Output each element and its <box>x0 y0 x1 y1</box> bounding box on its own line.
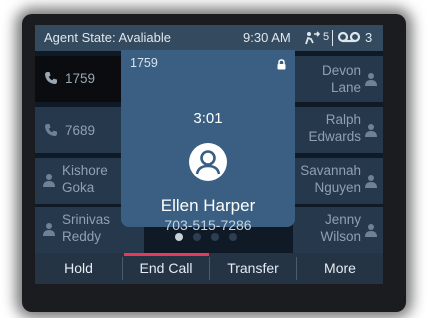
person-icon <box>365 123 377 142</box>
speed-dial-devon-lane[interactable]: Devon Lane <box>293 56 383 102</box>
speed-dial-ralph-edwards[interactable]: Ralph Edwards <box>293 107 383 153</box>
voicemail-count: 3 <box>365 30 373 45</box>
lock-icon <box>277 57 286 75</box>
forward-count: 5 <box>323 31 330 43</box>
line-key-label: 7689 <box>65 123 96 138</box>
page-dot[interactable] <box>193 233 201 241</box>
handset-icon <box>44 123 58 142</box>
more-button[interactable]: More <box>297 253 383 284</box>
contact-first-name: Devon <box>321 63 361 78</box>
contact-first-name: Jenny <box>324 212 361 227</box>
caller-avatar-icon <box>189 143 227 186</box>
page-dot[interactable] <box>229 233 237 241</box>
call-extension: 1759 <box>130 56 158 70</box>
person-icon <box>365 174 377 193</box>
contact-first-name: Ralph <box>325 112 361 127</box>
status-bar: Agent State: Avaliable 9:30 AM 5 3 <box>35 25 383 51</box>
status-divider <box>332 30 333 46</box>
phone-screen: Agent State: Avaliable 9:30 AM 5 3 1759 <box>35 25 383 284</box>
person-icon <box>365 72 377 91</box>
caller-name: Ellen Harper <box>160 196 256 215</box>
active-call-popup[interactable]: 1759 3:01 Ellen Harper 703-515-7286 <box>121 50 295 233</box>
page-dot[interactable] <box>211 233 219 241</box>
speed-dial-savannah-nguyen[interactable]: Savannah Nguyen <box>293 158 383 204</box>
contact-first-name: Srinivas <box>62 212 111 227</box>
contact-last-name: Goka <box>62 180 95 195</box>
contact-last-name: Edwards <box>308 129 361 144</box>
handset-icon <box>44 71 58 90</box>
transfer-button[interactable]: Transfer <box>210 253 296 284</box>
contact-first-name: Kishore <box>62 163 108 178</box>
call-timer: 3:01 <box>193 110 223 127</box>
page-dot-active[interactable] <box>175 233 183 241</box>
hold-button[interactable]: Hold <box>35 253 122 284</box>
contact-first-name: Savannah <box>300 163 361 178</box>
agent-state-label[interactable]: Agent State: Avaliable <box>44 30 171 45</box>
person-icon <box>43 173 55 192</box>
voicemail-icon[interactable] <box>337 31 361 46</box>
softkey-bar: Hold End Call Transfer More <box>35 253 383 284</box>
contact-last-name: Nguyen <box>314 180 361 195</box>
clock-time: 9:30 AM <box>243 30 291 45</box>
line-key-label: 1759 <box>65 71 96 86</box>
call-forward-icon <box>305 31 321 48</box>
end-call-button[interactable]: End Call <box>123 253 209 284</box>
contact-last-name: Lane <box>330 80 361 95</box>
page-indicator <box>35 227 383 247</box>
